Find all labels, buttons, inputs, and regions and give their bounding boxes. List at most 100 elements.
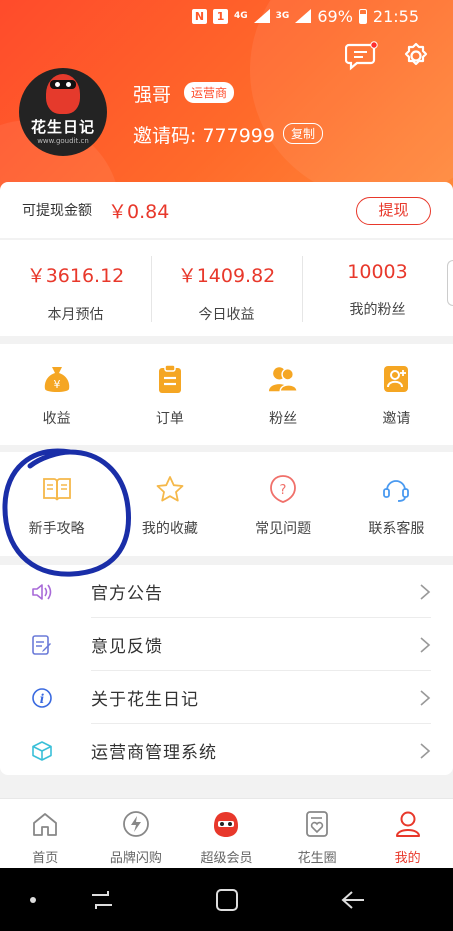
tab-label: 超级会员 — [200, 851, 253, 866]
back-button[interactable] — [336, 884, 370, 916]
network-3g: 3G — [275, 11, 290, 21]
chevron-right-icon — [420, 689, 431, 706]
stat-today-income[interactable]: ￥1409.82 今日收益 — [151, 240, 302, 336]
withdraw-bar: 可提现金额 ￥0.84 提现 — [0, 182, 453, 238]
invite-code: 邀请码: 777999 — [133, 125, 275, 147]
battery-icon — [358, 8, 367, 24]
tab-brand-flash[interactable]: 品牌闪购 — [91, 799, 182, 868]
sim-icon: 1 — [213, 8, 229, 24]
stat-label: 本月预估 — [47, 307, 104, 323]
invite-icon — [381, 364, 411, 394]
grid-item-label: 新手攻略 — [28, 521, 85, 537]
headset-icon — [381, 474, 411, 504]
money-bag-icon: ¥ — [42, 364, 72, 394]
stat-value: ￥1409.82 — [177, 265, 276, 287]
menu-item-operator-system[interactable]: 运营商管理系统 — [0, 724, 453, 777]
earnings-stats: ￥3616.12 本月预估 ￥1409.82 今日收益 10003 我的粉丝 — [0, 240, 453, 336]
speaker-icon — [30, 580, 54, 604]
copy-button[interactable]: 复制 — [283, 123, 324, 144]
user-icon — [393, 809, 423, 839]
bottom-tab-bar: 首页 品牌闪购 超级会员 花生圈 我的 — [0, 798, 453, 868]
home-icon — [30, 809, 60, 839]
svg-text:i: i — [40, 692, 45, 706]
tab-peanut-circle[interactable]: 花生圈 — [272, 799, 363, 868]
grid-item-income[interactable]: ¥ 收益 — [0, 344, 113, 445]
menu-item-label: 官方公告 — [91, 584, 163, 604]
avatar[interactable]: 花生日记 www.goudit.cn — [19, 68, 107, 156]
tab-home[interactable]: 首页 — [0, 799, 91, 868]
system-nav-bar — [0, 868, 453, 931]
stat-my-fans[interactable]: 10003 我的粉丝 — [302, 240, 453, 336]
grid-item-label: 粉丝 — [269, 411, 298, 427]
stat-value: ￥3616.12 — [26, 265, 125, 287]
cube-icon — [30, 739, 54, 763]
clipboard-icon — [155, 364, 185, 394]
profile-header: N 1 4G 3G 69% 21:55 花生日记 www.goudit.cn 强… — [0, 0, 453, 205]
withdrawable-amount: ￥0.84 — [108, 200, 170, 223]
settings-icon[interactable] — [398, 38, 434, 74]
tools-grid: 新手攻略 我的收藏 ? 常见问题 联系客服 — [0, 452, 453, 556]
svg-text:¥: ¥ — [53, 378, 60, 391]
stat-value: 10003 — [347, 261, 408, 283]
avatar-logo-text: 花生日记 — [30, 117, 95, 136]
withdrawable-label: 可提现金额 — [22, 203, 92, 219]
question-icon: ? — [268, 474, 298, 504]
recent-apps-button[interactable] — [85, 884, 119, 916]
quick-actions-grid: ¥ 收益 订单 粉丝 邀请 — [0, 344, 453, 445]
book-icon — [42, 474, 72, 504]
tab-label: 花生圈 — [297, 851, 337, 866]
grid-item-customer-service[interactable]: 联系客服 — [340, 452, 453, 556]
stat-month-estimate[interactable]: ￥3616.12 本月预估 — [0, 240, 151, 336]
grid-item-orders[interactable]: 订单 — [113, 344, 226, 445]
mascot-logo — [46, 73, 80, 114]
tab-super-member[interactable]: 超级会员 — [181, 799, 272, 868]
heart-card-icon — [302, 809, 332, 839]
people-icon — [268, 364, 298, 394]
username: 强哥 — [133, 84, 172, 106]
menu-item-label: 关于花生日记 — [91, 690, 199, 710]
menu-item-label: 意见反馈 — [91, 637, 163, 657]
mascot-icon — [211, 809, 241, 839]
flash-icon — [121, 809, 151, 839]
tab-label: 品牌闪购 — [109, 851, 162, 866]
nfc-icon: N — [192, 8, 208, 24]
grid-item-favorites[interactable]: 我的收藏 — [113, 452, 226, 556]
grid-item-label: 订单 — [155, 411, 184, 427]
chevron-right-icon — [420, 742, 431, 759]
stat-label: 今日收益 — [198, 307, 255, 323]
avatar-logo-url: www.goudit.cn — [37, 136, 89, 145]
grid-item-invite[interactable]: 邀请 — [340, 344, 453, 445]
tab-label: 我的 — [394, 851, 421, 866]
tab-mine[interactable]: 我的 — [362, 799, 453, 868]
grid-item-label: 收益 — [42, 411, 71, 427]
settings-menu: 官方公告 意见反馈 i 关于花生日记 运营商管理系统 — [0, 565, 453, 775]
dot-icon — [16, 884, 50, 916]
signal-icon — [253, 9, 270, 23]
grid-item-label: 常见问题 — [255, 521, 312, 537]
battery-percent: 69% — [317, 6, 353, 26]
scroll-indicator — [447, 260, 453, 306]
chevron-right-icon — [420, 636, 431, 653]
grid-item-beginner-guide[interactable]: 新手攻略 — [0, 452, 113, 556]
stat-label: 我的粉丝 — [349, 302, 406, 318]
info-icon: i — [30, 686, 54, 710]
status-bar: N 1 4G 3G 69% 21:55 — [0, 0, 453, 32]
tab-label: 首页 — [32, 851, 59, 866]
menu-item-label: 运营商管理系统 — [91, 743, 217, 763]
network-4g: 4G — [234, 11, 248, 21]
grid-item-fans[interactable]: 粉丝 — [227, 344, 340, 445]
menu-item-announcement[interactable]: 官方公告 — [0, 565, 453, 618]
grid-item-faq[interactable]: ? 常见问题 — [227, 452, 340, 556]
role-badge: 运营商 — [184, 82, 235, 103]
menu-item-feedback[interactable]: 意见反馈 — [0, 618, 453, 671]
menu-item-about[interactable]: i 关于花生日记 — [0, 671, 453, 724]
clock: 21:55 — [372, 6, 419, 26]
home-button[interactable] — [210, 884, 244, 916]
message-icon[interactable] — [344, 38, 380, 74]
feedback-icon — [30, 633, 54, 657]
grid-item-label: 我的收藏 — [141, 521, 198, 537]
svg-text:?: ? — [280, 483, 287, 498]
signal-icon-2 — [295, 9, 312, 23]
chevron-right-icon — [420, 583, 431, 600]
withdraw-button[interactable]: 提现 — [356, 197, 431, 225]
